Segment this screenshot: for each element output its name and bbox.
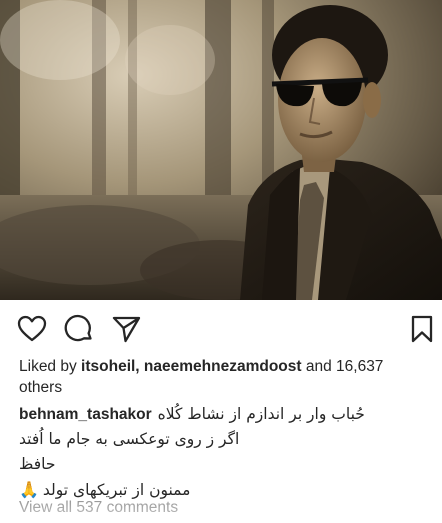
caption-line-2-row: اگر ز روی توعکسی به جام ما اُفتد	[19, 429, 429, 450]
comment-button[interactable]	[64, 314, 94, 344]
post-photo	[0, 0, 442, 300]
caption-line-4: ممنون از تبریکهای تولد	[42, 481, 191, 499]
caption-line-1: حُباب وار بر اندازم از نشاط کُلاه	[157, 405, 365, 423]
paper-plane-icon	[112, 316, 141, 343]
caption-username[interactable]: behnam_tashakor	[19, 404, 152, 425]
post-action-bar	[0, 300, 442, 358]
likes-prefix: Liked by	[19, 358, 82, 375]
portrait-image	[0, 0, 442, 300]
likes-others: others	[19, 379, 63, 396]
heart-icon	[17, 315, 47, 342]
save-button[interactable]	[407, 314, 437, 344]
post-caption: behnam_tashakor حُباب وار بر اندازم از ن…	[19, 404, 429, 501]
post-details: Liked by itsoheil, naeemehnezamdoost and…	[19, 356, 429, 501]
likes-count: and 16,637	[301, 358, 384, 375]
comment-bubble-icon	[64, 314, 92, 342]
caption-line-2: اگر ز روی توعکسی به جام ما اُفتد	[19, 430, 240, 448]
caption-line-3: حافظ	[19, 455, 56, 473]
share-button[interactable]	[111, 314, 141, 344]
bookmark-icon	[411, 315, 433, 343]
liked-by-users[interactable]: itsoheil, naeemehnezamdoost	[81, 358, 302, 375]
caption-line-3-row: حافظ	[19, 454, 429, 475]
like-button[interactable]	[17, 314, 47, 344]
likes-summary[interactable]: Liked by itsoheil, naeemehnezamdoost and…	[19, 356, 429, 398]
caption-line-4-row: 🙏 ممنون از تبریکهای تولد	[19, 479, 429, 501]
view-all-comments-link[interactable]: View all 537 comments	[19, 499, 178, 517]
folded-hands-icon: 🙏	[19, 480, 39, 499]
